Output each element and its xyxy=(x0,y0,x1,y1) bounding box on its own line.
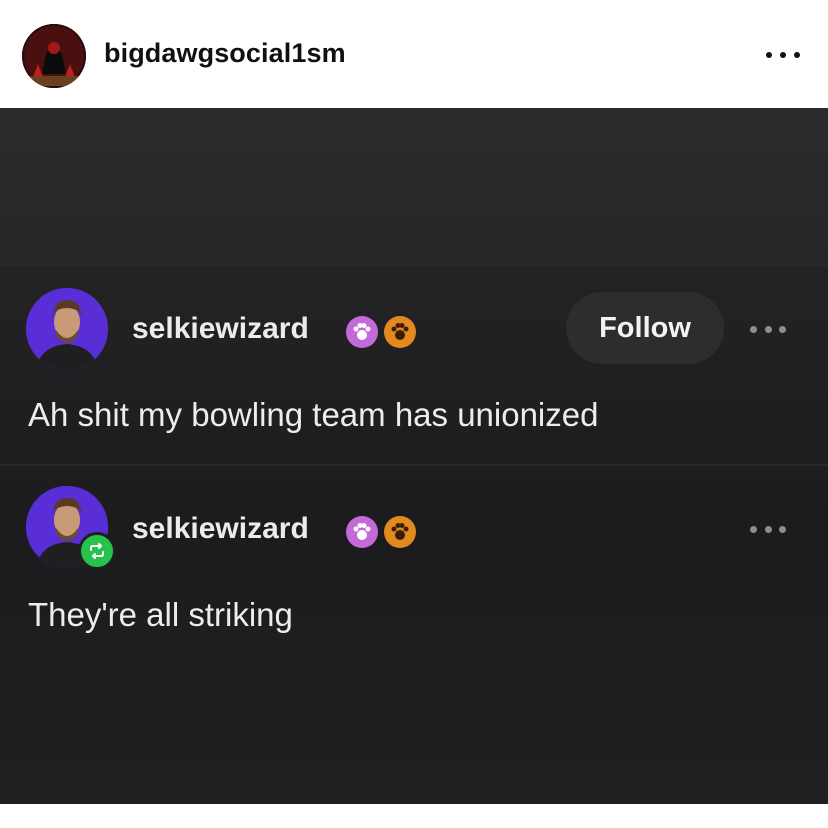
post-media: selkiewizard Follow Ah shit my bowling t… xyxy=(0,108,828,804)
paw-badge-icon xyxy=(384,316,416,348)
post-more-options-icon[interactable] xyxy=(750,524,786,534)
tumblr-post: selkiewizard Follow Ah shit my bowling t… xyxy=(0,264,828,464)
post-username[interactable]: selkiewizard xyxy=(132,312,309,346)
post-text: Ah shit my bowling team has unionized xyxy=(28,396,599,433)
profile-username[interactable]: bigdawgsocial1sm xyxy=(104,38,346,69)
bottom-whitespace xyxy=(0,804,828,828)
reblog-icon xyxy=(78,532,116,570)
user-avatar[interactable] xyxy=(26,288,108,370)
post-text: They're all striking xyxy=(28,596,293,633)
paw-badge-icon xyxy=(346,516,378,548)
paw-badge-icon xyxy=(384,516,416,548)
instagram-header: bigdawgsocial1sm xyxy=(0,0,828,108)
follow-button[interactable]: Follow xyxy=(566,292,724,364)
post-username[interactable]: selkiewizard xyxy=(132,512,309,546)
profile-avatar[interactable] xyxy=(22,24,86,88)
paw-badge-icon xyxy=(346,316,378,348)
media-top-area xyxy=(0,108,828,264)
post-more-options-icon[interactable] xyxy=(750,324,786,334)
more-options-icon[interactable] xyxy=(766,44,800,66)
tumblr-reblog: selkiewizard They're all striking xyxy=(0,466,828,666)
